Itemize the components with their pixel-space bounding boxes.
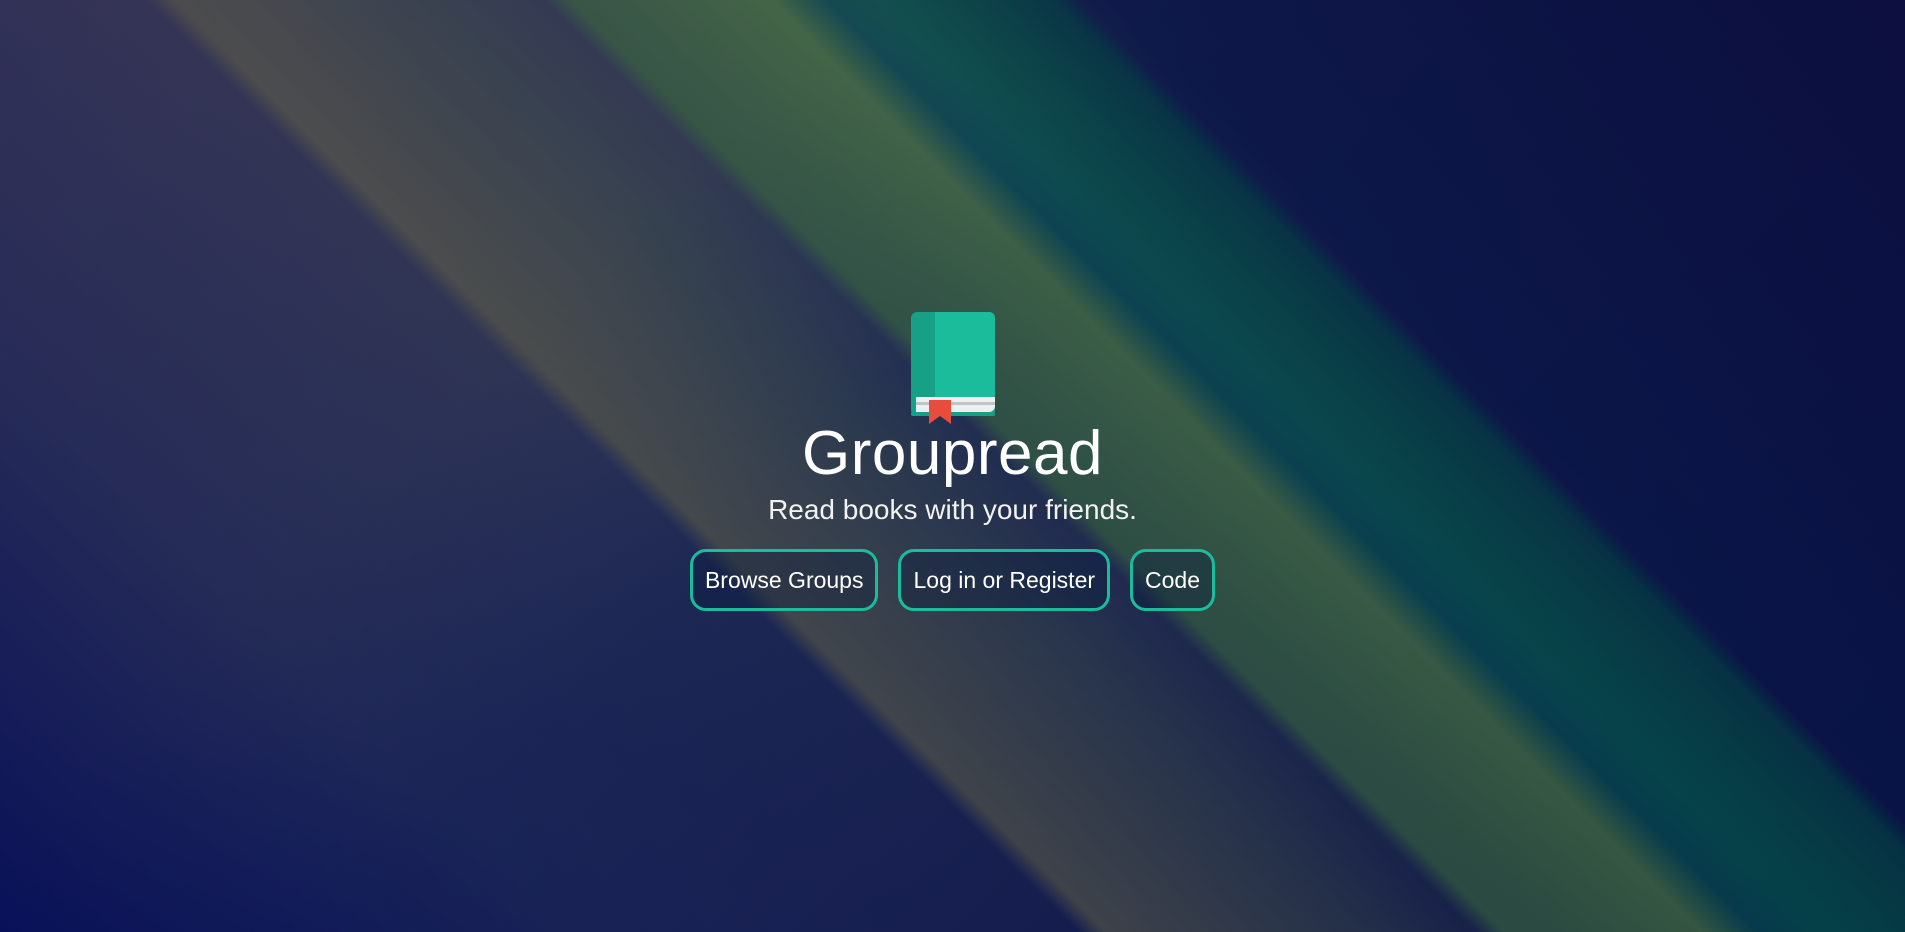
hero: Groupread Read books with your friends. … (0, 0, 1905, 932)
code-button[interactable]: Code (1130, 549, 1216, 611)
login-register-button[interactable]: Log in or Register (898, 549, 1111, 611)
app-tagline: Read books with your friends. (768, 494, 1137, 525)
action-buttons: Browse Groups Log in or Register Code (689, 549, 1216, 611)
book-icon (910, 312, 995, 424)
browse-groups-button[interactable]: Browse Groups (689, 549, 879, 611)
app-title: Groupread (802, 419, 1103, 488)
